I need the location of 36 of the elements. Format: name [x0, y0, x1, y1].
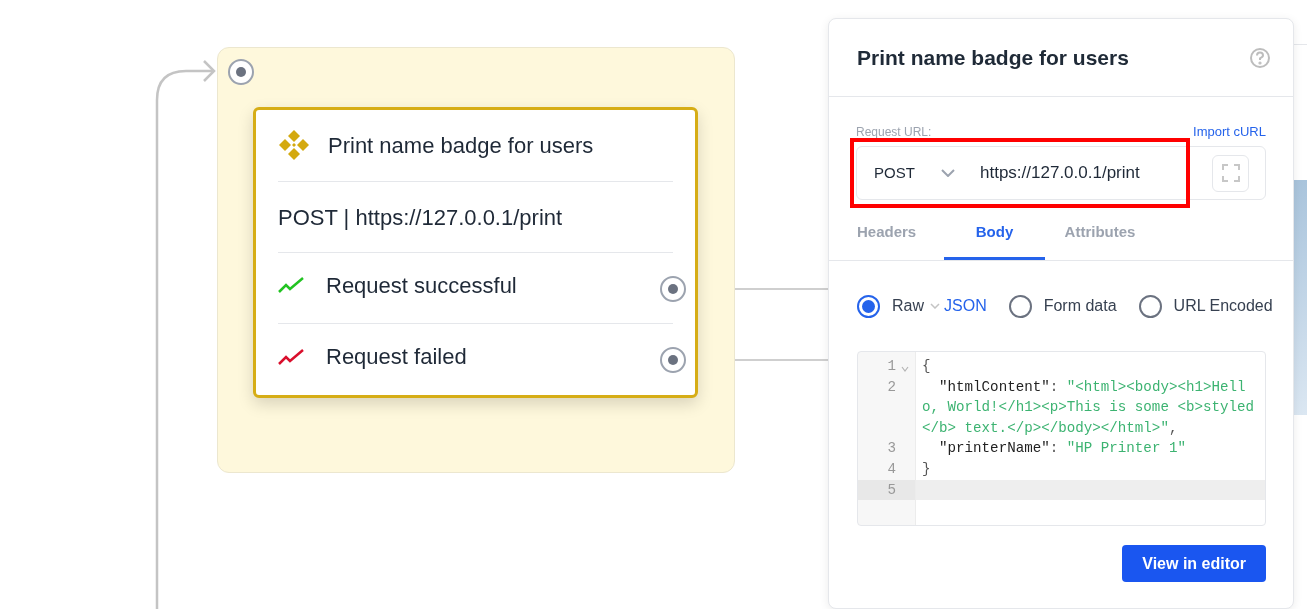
url-text: https://127.0.0.1/print	[980, 162, 1141, 185]
radio-button[interactable]	[1008, 294, 1032, 318]
field-label: Request URL:	[856, 124, 932, 141]
line-number: 3	[887, 439, 897, 459]
outcome-label: Request failed	[326, 343, 467, 372]
import-curl-link[interactable]: Import cURL	[1193, 121, 1266, 141]
radio-label[interactable]: Raw	[892, 294, 924, 318]
chevron-down-icon	[930, 303, 940, 309]
radio-label[interactable]: URL Encoded	[1173, 294, 1273, 318]
line-number: 2	[887, 377, 897, 397]
url-field[interactable]: POST https://127.0.0.1/print	[856, 146, 1266, 200]
method-select[interactable]: POST	[857, 161, 969, 185]
format-select[interactable]: JSON	[930, 294, 987, 318]
diamond-icon	[278, 129, 310, 162]
trend-line-icon	[278, 348, 304, 365]
view-in-editor-button[interactable]: View in editor	[1122, 545, 1266, 582]
code-line: {	[921, 357, 932, 376]
radio-label[interactable]: Form data	[1043, 294, 1117, 318]
radio-button[interactable]	[857, 294, 880, 318]
line-number: 5	[887, 480, 897, 500]
code-line: }	[921, 459, 932, 479]
request-summary: POST | https://127.0.0.1/print	[278, 203, 563, 232]
radio-button[interactable]	[1138, 294, 1162, 318]
code-line: "printerName": "HP Printer 1"	[938, 439, 1187, 459]
panel-title: Print name badge for users	[857, 44, 1129, 71]
outcome-label: Request successful	[326, 271, 517, 300]
line-number: 4	[887, 459, 897, 479]
chevron-down-icon	[941, 169, 955, 177]
code-editor[interactable]: 1 { 2 "htmlContent": "<html><body><h1>Hello, World!</h1><p>This is some <b>styled</b> text.</p></body></html>", 3 "printerName": "HP Printer 1" 4 } 5	[857, 351, 1266, 526]
tab[interactable]: Body	[944, 210, 1045, 260]
code-line: "htmlContent": "<html><body><h1>Hello, World!</h1><p>This is some <b>styled</b> text.</p></body></html>",	[921, 377, 1256, 438]
expand-icon	[1221, 164, 1240, 182]
node-card[interactable]: Print name badge for users POST | https://127.0.0.1/print Request successful Request failed	[253, 107, 698, 398]
node-title: Print name badge for users	[328, 131, 594, 160]
line-number: 1	[887, 357, 897, 376]
trend-line-icon	[278, 277, 304, 294]
